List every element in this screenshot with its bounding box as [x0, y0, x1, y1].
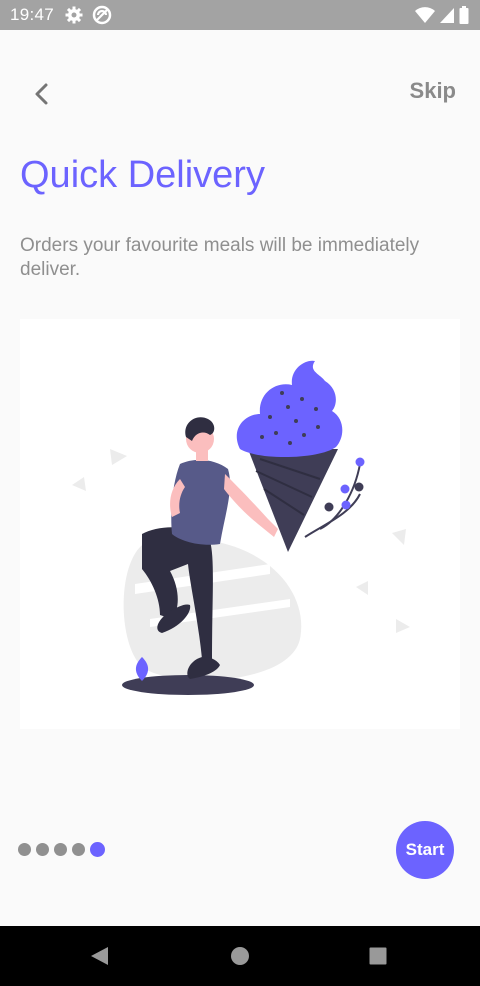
battery-icon [458, 5, 470, 25]
page-subtitle: Orders your favourite meals will be imme… [20, 235, 420, 280]
back-button[interactable] [22, 74, 62, 114]
illustration-panel [20, 319, 460, 729]
wifi-icon [414, 5, 436, 25]
page-dot-active [90, 842, 105, 857]
start-button[interactable]: Start [396, 821, 454, 879]
do-not-disturb-icon [92, 5, 112, 25]
skip-button[interactable]: Skip [410, 78, 456, 104]
page-dot [36, 843, 49, 856]
navigation-bar [0, 926, 480, 986]
page-dot [18, 843, 31, 856]
man-with-ice-cream-illustration [72, 360, 410, 695]
home-circle-icon[interactable] [228, 944, 252, 968]
back-triangle-icon[interactable] [88, 944, 112, 968]
signal-icon [438, 5, 458, 25]
chevron-left-icon [35, 83, 48, 105]
page-dot [72, 843, 85, 856]
status-bar: 19:47 [0, 0, 480, 30]
recents-square-icon[interactable] [366, 944, 390, 968]
page-title: Quick Delivery [20, 154, 265, 196]
settings-icon [64, 5, 84, 25]
status-time: 19:47 [10, 5, 55, 24]
onboarding-screen: 19:47 Skip Quick Delivery Orders your fa… [0, 0, 480, 986]
page-indicator [18, 842, 105, 857]
page-dot [54, 843, 67, 856]
